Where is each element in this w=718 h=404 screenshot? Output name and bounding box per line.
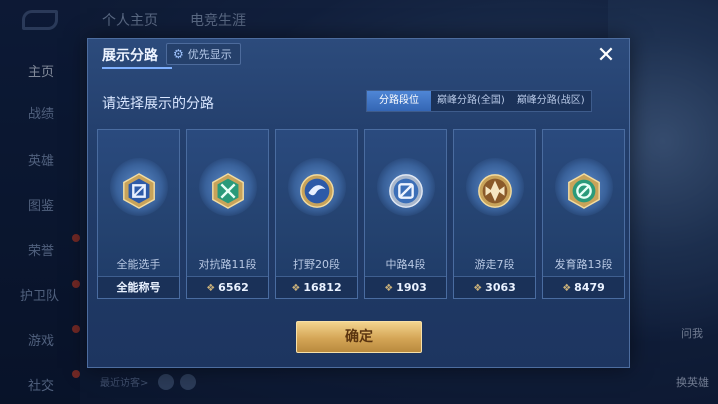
tab-peak-national[interactable]: 巅峰分路(全国) [431, 91, 511, 111]
score-value: 16812 [303, 281, 342, 294]
lane-name: 中路4段 [385, 258, 426, 271]
score-value: 6562 [218, 281, 249, 294]
score-icon: ❖ [562, 283, 572, 294]
score-value: 3063 [485, 281, 516, 294]
priority-display-button[interactable]: ⚙ 优先显示 [166, 43, 241, 65]
lane-score: ❖ 6562 [187, 276, 268, 298]
gear-icon: ⚙ [173, 47, 184, 61]
lane-tabs: 分路段位 巅峰分路(全国) 巅峰分路(战区) [366, 90, 592, 112]
lane-card-roam[interactable]: 游走7段 ❖ 3063 [453, 129, 536, 299]
lane-score: ❖ 3063 [454, 276, 535, 298]
confirm-button[interactable]: 确定 [296, 321, 422, 353]
lane-name: 全能选手 [116, 258, 161, 271]
dialog-title: 展示分路 [102, 48, 158, 64]
clash-lane-emblem-icon [212, 173, 244, 209]
lane-name: 打野20段 [293, 258, 340, 271]
mid-lane-emblem-icon [389, 174, 423, 208]
score-icon: ❖ [473, 283, 483, 294]
lane-score: ❖ 8479 [543, 276, 624, 298]
lane-name: 发育路13段 [554, 258, 613, 271]
lane-score: ❖ 1903 [365, 276, 446, 298]
close-icon[interactable]: ✕ [594, 45, 618, 69]
score-value: 1903 [396, 281, 427, 294]
lane-card-mid[interactable]: 中路4段 ❖ 1903 [364, 129, 447, 299]
lane-cards: 全能选手 全能称号 对抗路11段 ❖ 6562 打野20段 ❖ 16812 中路… [97, 129, 625, 299]
lane-score: ❖ 16812 [276, 276, 357, 298]
lane-display-dialog: 展示分路 ⚙ 优先显示 ✕ 请选择展示的分路 分路段位 巅峰分路(全国) 巅峰分… [87, 38, 630, 368]
lane-card-jungle[interactable]: 打野20段 ❖ 16812 [275, 129, 358, 299]
score-value: 8479 [574, 281, 605, 294]
roam-emblem-icon [478, 174, 512, 208]
score-icon: ❖ [206, 283, 216, 294]
lane-card-clash[interactable]: 对抗路11段 ❖ 6562 [186, 129, 269, 299]
select-prompt: 请选择展示的分路 [102, 96, 214, 112]
farm-lane-emblem-icon [568, 173, 600, 209]
lane-card-allround[interactable]: 全能选手 全能称号 [97, 129, 180, 299]
jungle-emblem-icon [300, 174, 334, 208]
lane-name: 游走7段 [474, 258, 515, 271]
lane-footer: 全能称号 [98, 276, 179, 298]
title-underline [102, 67, 172, 69]
lane-card-farm[interactable]: 发育路13段 ❖ 8479 [542, 129, 625, 299]
allround-emblem-icon [123, 173, 155, 209]
tab-peak-region[interactable]: 巅峰分路(战区) [511, 91, 591, 111]
score-icon: ❖ [291, 283, 301, 294]
score-icon: ❖ [384, 283, 394, 294]
lane-name: 对抗路11段 [198, 258, 257, 271]
tab-lane-rank[interactable]: 分路段位 [367, 91, 431, 111]
priority-display-label: 优先显示 [187, 48, 232, 61]
